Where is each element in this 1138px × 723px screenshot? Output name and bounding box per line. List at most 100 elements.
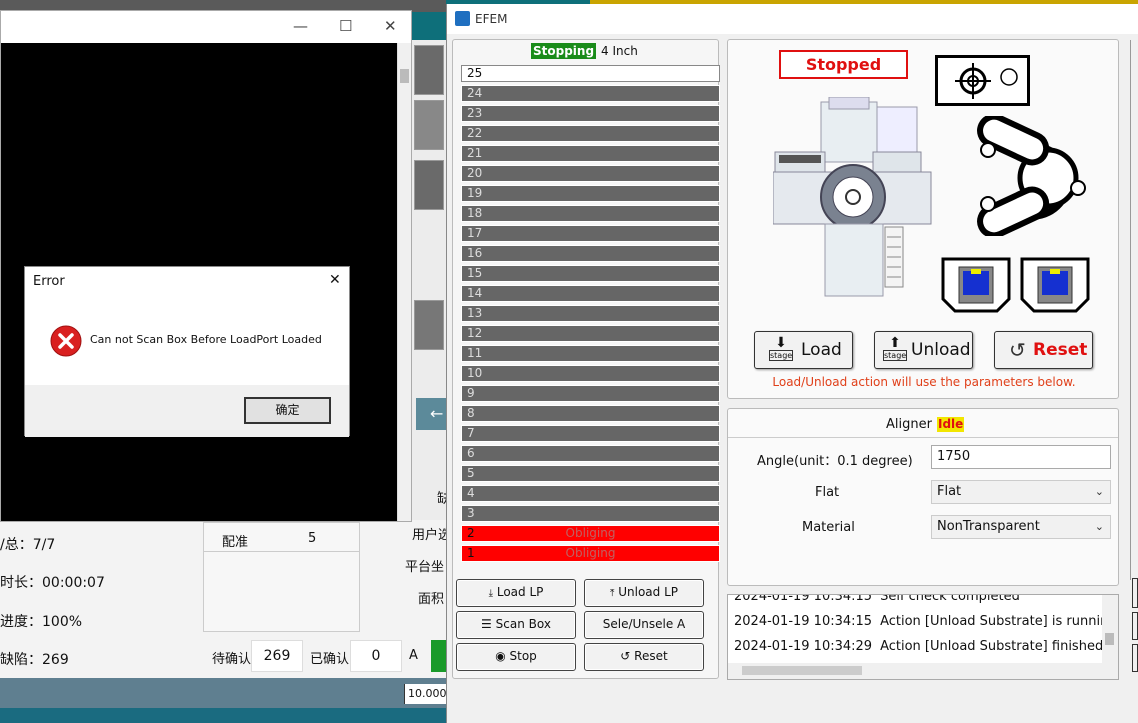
wafer-slot[interactable]: 4 bbox=[461, 485, 720, 502]
chevron-down-icon: ⌄ bbox=[1094, 485, 1104, 498]
wafer-slot[interactable]: 25 bbox=[461, 65, 720, 82]
reset-lp-button[interactable]: ↺ Reset bbox=[584, 643, 704, 671]
error-dialog-title: Error bbox=[33, 274, 65, 289]
wafer-slot[interactable]: 10 bbox=[461, 365, 720, 382]
wafer-slot[interactable]: 1 Obliging bbox=[461, 545, 720, 562]
unload-lp-button[interactable]: ⤒ Unload LP bbox=[584, 579, 704, 607]
slot-number: 9 bbox=[467, 386, 475, 400]
wafer-slot[interactable]: 8 bbox=[461, 405, 720, 422]
video-scrollbar[interactable] bbox=[397, 43, 411, 521]
log-vertical-scrollbar[interactable] bbox=[1102, 595, 1118, 665]
slot-number: 12 bbox=[467, 326, 483, 340]
slot-number: 16 bbox=[467, 246, 483, 260]
platform-label: 平台坐 bbox=[405, 560, 445, 575]
stop-icon: ◉ bbox=[495, 649, 506, 663]
angle-input[interactable]: 1750 bbox=[931, 445, 1111, 469]
video-window-titlebar: — ☐ ✕ bbox=[1, 11, 411, 43]
crosshair-icon bbox=[955, 63, 1018, 99]
wafer-slot[interactable]: 6 bbox=[461, 445, 720, 462]
wafer-slot[interactable]: 13 bbox=[461, 305, 720, 322]
wafer-slot[interactable]: 9 bbox=[461, 385, 720, 402]
wafer-slot[interactable]: 2 Obliging bbox=[461, 525, 720, 542]
background-thumbnail bbox=[414, 100, 444, 150]
stop-button[interactable]: ◉ Stop bbox=[456, 643, 576, 671]
list-icon: ☰ bbox=[481, 617, 492, 631]
background-arrow-button[interactable]: ← bbox=[416, 398, 446, 430]
slot-number: 21 bbox=[467, 146, 483, 160]
wafer-slot[interactable]: 16 bbox=[461, 245, 720, 262]
pending-field[interactable]: 269 bbox=[251, 640, 303, 672]
wafer-slot[interactable]: 19 bbox=[461, 185, 720, 202]
reset-lp-label: Reset bbox=[634, 649, 668, 663]
wafer-slot[interactable]: 11 bbox=[461, 345, 720, 362]
load-lp-icon: ⤓ bbox=[488, 588, 494, 599]
log-panel: 2024-01-19 10:34:15 Self check completed 2… bbox=[727, 594, 1119, 680]
confirmed-field[interactable]: 0 bbox=[350, 640, 402, 672]
wafer-slot[interactable]: 18 bbox=[461, 205, 720, 222]
align-value: 5 bbox=[308, 531, 317, 546]
unload-label: Unload bbox=[911, 340, 971, 360]
log-entry: 2024-01-19 10:34:29 Action [Unload Substr… bbox=[734, 639, 1103, 654]
close-icon[interactable]: ✕ bbox=[329, 272, 341, 288]
status-value: 10.000 bbox=[404, 684, 447, 704]
efem-title: EFEM bbox=[475, 12, 508, 26]
stop-label: Stop bbox=[509, 649, 537, 663]
area-label: 面积 bbox=[418, 592, 445, 607]
log-message: Action [Unload Substrate] is running bbox=[880, 614, 1117, 629]
wafer-slot[interactable]: 24 bbox=[461, 85, 720, 102]
slot-number: 6 bbox=[467, 446, 475, 460]
progress-total-text: /总：7/7 bbox=[0, 537, 56, 553]
log-time: 2024-01-19 10:34:15 bbox=[734, 614, 873, 629]
wafer-slot[interactable]: 22 bbox=[461, 125, 720, 142]
ok-button[interactable]: 确定 bbox=[244, 397, 331, 424]
align-box: 配准 5 bbox=[203, 522, 360, 632]
slot-number: 20 bbox=[467, 166, 483, 180]
slot-number: 7 bbox=[467, 426, 475, 440]
wafer-slot[interactable]: 7 bbox=[461, 425, 720, 442]
close-icon[interactable]: ✕ bbox=[384, 17, 397, 35]
app-icon bbox=[455, 11, 470, 26]
slot-number: 8 bbox=[467, 406, 475, 420]
wafer-slot[interactable]: 20 bbox=[461, 165, 720, 182]
efem-titlebar: EFEM bbox=[447, 4, 1138, 34]
log-time: 2024-01-19 10:34:15 bbox=[734, 594, 873, 604]
wafer-slot[interactable]: 12 bbox=[461, 325, 720, 342]
load-button[interactable]: ⬇ stage Load bbox=[754, 331, 853, 369]
wafer-slot[interactable]: 23 bbox=[461, 105, 720, 122]
sele-unsele-button[interactable]: Sele/Unsele A bbox=[584, 611, 704, 639]
material-select[interactable]: NonTransparent ⌄ bbox=[931, 515, 1111, 539]
wafer-slot[interactable]: 3 bbox=[461, 505, 720, 522]
slot-number: 11 bbox=[467, 346, 483, 360]
slot-status-text: Obliging bbox=[565, 526, 616, 540]
load-lp-button[interactable]: ⤓ Load LP bbox=[456, 579, 576, 607]
load-lp-label: Load LP bbox=[496, 585, 544, 599]
aligner-title: Aligner bbox=[886, 417, 932, 432]
right-edge-button[interactable] bbox=[1132, 644, 1138, 672]
scan-box-button[interactable]: ☰ Scan Box bbox=[456, 611, 576, 639]
wafer-slot[interactable]: 15 bbox=[461, 265, 720, 282]
right-edge-button[interactable] bbox=[1132, 578, 1138, 608]
flat-select[interactable]: Flat ⌄ bbox=[931, 480, 1111, 504]
material-label: Material bbox=[802, 520, 855, 535]
slot-number: 18 bbox=[467, 206, 483, 220]
right-edge-button[interactable] bbox=[1132, 612, 1138, 640]
efem-window: EFEM Stopping 4 Inch 25 24 23 22 21 20 19 18 17 1… bbox=[446, 4, 1138, 723]
green-button[interactable] bbox=[431, 640, 446, 672]
angle-label: Angle(unit：0.1 degree) bbox=[757, 454, 913, 469]
maximize-icon[interactable]: ☐ bbox=[339, 17, 352, 35]
wafer-slot[interactable]: 5 bbox=[461, 465, 720, 482]
wafer-slot[interactable]: 21 bbox=[461, 145, 720, 162]
log-message: Self check completed bbox=[880, 594, 1020, 604]
slot-number: 14 bbox=[467, 286, 483, 300]
progress-text: 进度：100% bbox=[0, 614, 83, 630]
wafer-slot[interactable]: 17 bbox=[461, 225, 720, 242]
unload-button[interactable]: ⬆ stage Unload bbox=[874, 331, 973, 369]
slot-number: 24 bbox=[467, 86, 483, 100]
stage-panel: Stopped ⬇ stage Load ⬆ stage Unload ↺ Re… bbox=[727, 39, 1119, 399]
wafer-slot[interactable]: 14 bbox=[461, 285, 720, 302]
stage-reset-button[interactable]: ↺ Reset bbox=[994, 331, 1093, 369]
log-entry: 2024-01-19 10:34:15 Self check completed bbox=[734, 594, 1020, 604]
load-port-icon bbox=[1020, 257, 1090, 313]
log-horizontal-scrollbar[interactable] bbox=[728, 663, 1118, 679]
minimize-icon[interactable]: — bbox=[293, 17, 308, 35]
